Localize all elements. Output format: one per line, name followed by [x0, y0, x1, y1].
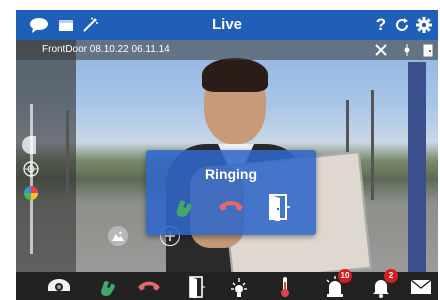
light-icon[interactable]: [400, 43, 414, 57]
camera-date: 08.10.22: [89, 44, 129, 55]
zoom-slider-handle[interactable]: [22, 136, 36, 154]
zoom-slider-track[interactable]: [30, 104, 33, 254]
color-wheel-icon[interactable]: [22, 184, 40, 202]
help-icon[interactable]: ?: [372, 15, 390, 35]
alarm-badge: 10: [338, 269, 352, 283]
bell-badge: 2: [384, 269, 398, 283]
camera-name: FrontDoor: [42, 44, 88, 55]
refresh-icon[interactable]: [393, 15, 411, 35]
visitor-hair: [202, 58, 268, 92]
hang-up-icon[interactable]: [216, 192, 246, 222]
camera-time: 06.11.14: [131, 44, 170, 55]
thermometer-icon[interactable]: [270, 275, 300, 299]
alarm-icon[interactable]: 10: [320, 269, 352, 299]
top-bar: Live ?: [16, 10, 438, 40]
bell-icon[interactable]: 2: [366, 269, 398, 299]
light-icon[interactable]: [224, 275, 254, 299]
camera-icon[interactable]: [44, 275, 74, 299]
street-lamp: [66, 110, 69, 200]
mail-icon[interactable]: [406, 275, 436, 299]
door-post: [408, 62, 426, 272]
ringing-dialog: Ringing: [146, 150, 316, 235]
crossed-tools-icon[interactable]: [374, 43, 388, 57]
snapshot-icon[interactable]: [108, 226, 128, 246]
accept-call-icon[interactable]: [168, 192, 198, 222]
call-icon[interactable]: [92, 275, 122, 299]
camera-info-bar: FrontDoor 08.10.22 06.11.14: [16, 40, 438, 60]
aperture-icon[interactable]: [22, 160, 40, 178]
dialog-title: Ringing: [204, 166, 258, 182]
street-lamp: [371, 90, 374, 200]
bottom-toolbar: 10 2: [16, 269, 438, 300]
door-icon[interactable]: [422, 43, 434, 57]
gear-icon[interactable]: [414, 15, 434, 35]
hang-up-icon[interactable]: [134, 275, 164, 299]
app-window: Live ? FrontDoor 08.10.22 06.11.14 Ringi…: [16, 10, 438, 300]
door-icon[interactable]: [182, 275, 212, 299]
camera-timestamp: FrontDoor 08.10.22 06.11.14: [42, 44, 170, 55]
door-open-icon[interactable]: [264, 192, 294, 222]
